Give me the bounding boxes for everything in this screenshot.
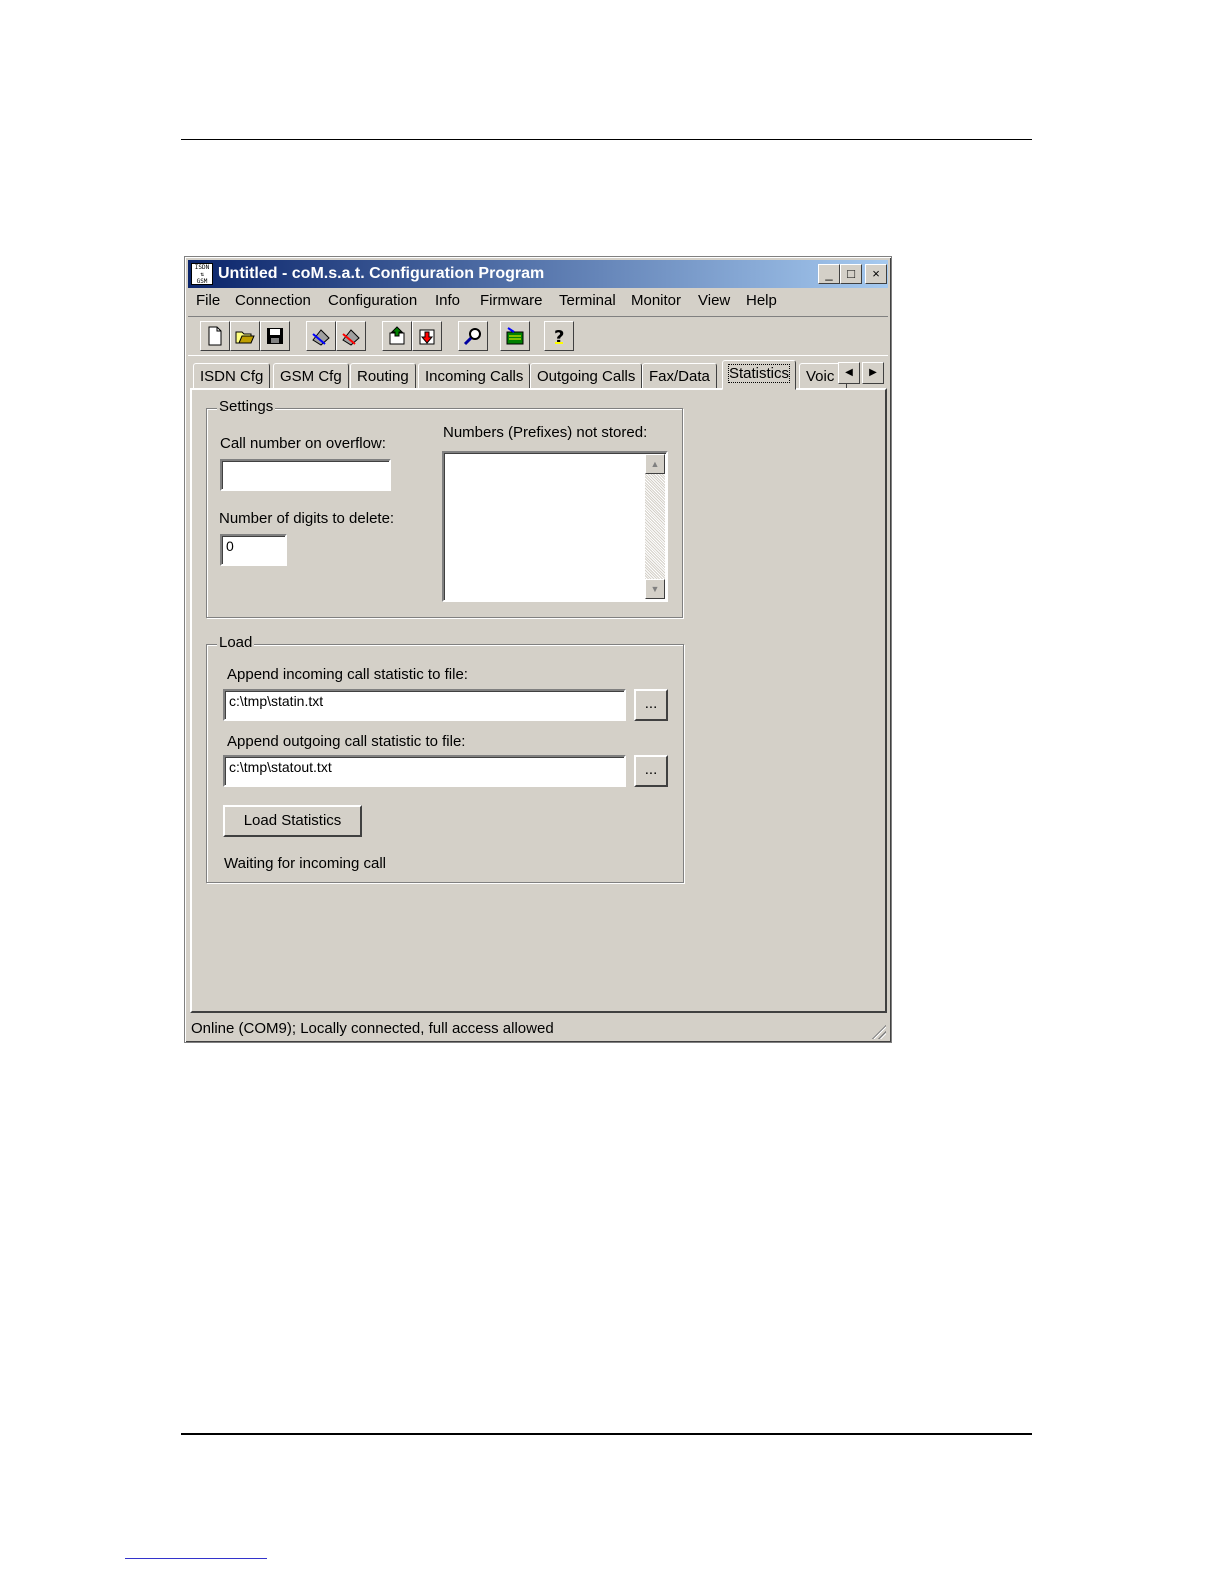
download-button[interactable] xyxy=(412,321,442,351)
toolbar: ? xyxy=(188,316,888,356)
footnote-rule xyxy=(125,1558,267,1559)
connect-icon xyxy=(312,329,330,346)
upload-button[interactable] xyxy=(382,321,412,351)
tab-statistics[interactable]: Statistics xyxy=(722,360,797,390)
incoming-file-input[interactable]: c:\tmp\statin.txt xyxy=(223,689,626,721)
status-text: Online (COM9); Locally connected, full a… xyxy=(191,1020,554,1037)
prefixes-label: Numbers (Prefixes) not stored: xyxy=(443,424,648,441)
digits-label: Number of digits to delete: xyxy=(219,510,395,527)
upload-icon xyxy=(389,326,405,345)
tab-strip: ISDN Cfg GSM Cfg Routing Incoming Calls … xyxy=(193,360,887,390)
menu-view[interactable]: View xyxy=(698,292,730,309)
load-group: Load Append incoming call statistic to f… xyxy=(206,634,684,883)
new-icon xyxy=(208,326,222,346)
close-button[interactable]: × xyxy=(865,264,887,284)
status-bar: Online (COM9); Locally connected, full a… xyxy=(188,1017,888,1041)
window-title: Untitled - coM.s.a.t. Configuration Prog… xyxy=(218,265,545,282)
scroll-down-button[interactable]: ▼ xyxy=(645,579,665,599)
download-icon xyxy=(419,329,435,345)
search-icon xyxy=(463,328,481,346)
menu-configuration[interactable]: Configuration xyxy=(328,292,417,309)
menu-help[interactable]: Help xyxy=(746,292,777,309)
prefixes-scrollbar[interactable]: ▲ ▼ xyxy=(645,454,665,599)
maximize-button[interactable]: □ xyxy=(840,264,862,284)
overflow-number-input[interactable] xyxy=(220,459,391,491)
tab-label: Statistics xyxy=(727,364,791,383)
menu-firmware[interactable]: Firmware xyxy=(480,292,543,309)
open-icon xyxy=(235,331,255,344)
outgoing-browse-button[interactable]: ... xyxy=(634,755,668,787)
settings-group-label: Settings xyxy=(217,398,276,415)
app-window: ISDN ⇅ GSM Untitled - coM.s.a.t. Configura… xyxy=(184,256,892,1043)
monitor-button[interactable] xyxy=(500,321,530,351)
load-status-text: Waiting for incoming call xyxy=(224,855,387,872)
help-button[interactable]: ? xyxy=(544,321,574,351)
disconnect-icon xyxy=(342,329,360,346)
prefixes-list[interactable]: ▲ ▼ xyxy=(442,451,668,602)
menu-monitor[interactable]: Monitor xyxy=(631,292,681,309)
tab-routing[interactable]: Routing xyxy=(350,363,416,389)
menu-terminal[interactable]: Terminal xyxy=(559,292,616,309)
load-statistics-button[interactable]: Load Statistics xyxy=(223,805,362,837)
new-button[interactable] xyxy=(200,321,230,351)
resize-grip-icon[interactable] xyxy=(870,1023,886,1039)
help-icon: ? xyxy=(554,327,564,346)
scroll-up-button[interactable]: ▲ xyxy=(645,454,665,474)
tab-isdn-cfg[interactable]: ISDN Cfg xyxy=(193,363,271,389)
tab-label: Outgoing Calls xyxy=(537,368,636,385)
disconnect-button[interactable] xyxy=(336,321,366,351)
menu-file[interactable]: File xyxy=(196,292,220,309)
tab-scroll-left[interactable]: ◀ xyxy=(838,362,860,384)
outgoing-file-input[interactable]: c:\tmp\statout.txt xyxy=(223,755,626,787)
menu-bar: File Connection Configuration Info Firmw… xyxy=(188,289,888,315)
tab-gsm-cfg[interactable]: GSM Cfg xyxy=(273,363,349,389)
overflow-label: Call number on overflow: xyxy=(220,435,386,452)
tab-label: Incoming Calls xyxy=(425,368,524,385)
menu-connection[interactable]: Connection xyxy=(235,292,311,309)
save-icon xyxy=(267,328,283,344)
title-bar[interactable]: ISDN ⇅ GSM Untitled - coM.s.a.t. Configura… xyxy=(188,260,888,288)
open-button[interactable] xyxy=(230,321,260,351)
save-button[interactable] xyxy=(260,321,290,351)
minimize-button[interactable]: _ xyxy=(818,264,840,284)
tab-outgoing-calls[interactable]: Outgoing Calls xyxy=(530,363,643,389)
tab-label: GSM Cfg xyxy=(280,368,342,385)
tab-incoming-calls[interactable]: Incoming Calls xyxy=(418,363,531,389)
tab-label: Voic xyxy=(806,368,835,385)
page-header-rule xyxy=(181,139,1032,140)
incoming-file-label: Append incoming call statistic to file: xyxy=(227,666,468,683)
statistics-panel: Settings Call number on overflow: Number… xyxy=(190,388,887,1013)
menu-info[interactable]: Info xyxy=(435,292,460,309)
load-group-label: Load xyxy=(217,634,255,651)
app-icon: ISDN ⇅ GSM xyxy=(191,263,213,285)
incoming-browse-button[interactable]: ... xyxy=(634,689,668,721)
search-button[interactable] xyxy=(458,321,488,351)
connect-button[interactable] xyxy=(306,321,336,351)
tab-label: ISDN Cfg xyxy=(200,368,264,385)
tab-label: Routing xyxy=(357,368,409,385)
tab-label: Fax/Data xyxy=(649,368,710,385)
tab-scroll-right[interactable]: ▶ xyxy=(862,362,884,384)
tab-fax-data[interactable]: Fax/Data xyxy=(642,363,717,389)
page-footer-rule xyxy=(181,1433,1032,1435)
monitor-icon xyxy=(506,327,524,345)
settings-group: Settings Call number on overflow: Number… xyxy=(206,398,683,618)
digits-to-delete-input[interactable]: 0 xyxy=(220,534,287,566)
outgoing-file-label: Append outgoing call statistic to file: xyxy=(227,733,466,750)
